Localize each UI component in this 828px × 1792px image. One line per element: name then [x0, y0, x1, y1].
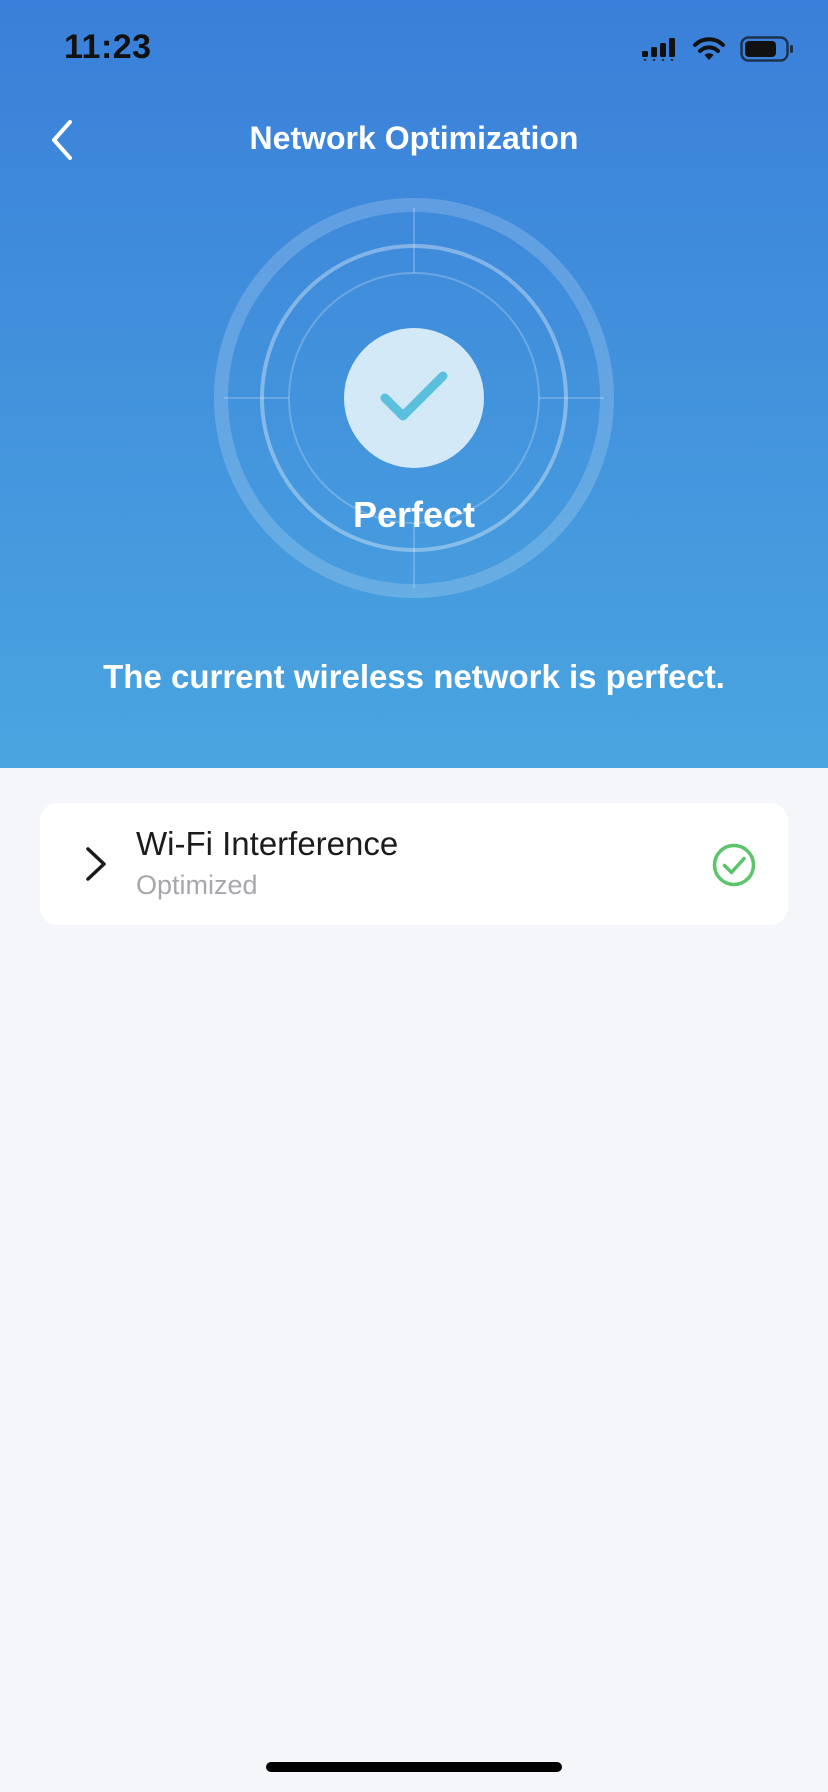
home-indicator	[266, 1762, 562, 1772]
battery-icon	[740, 36, 793, 62]
status-check-badge	[344, 328, 484, 468]
page-title: Network Optimization	[249, 120, 579, 156]
wifi-icon	[693, 37, 725, 60]
nav-bar: Network Optimization	[0, 100, 828, 180]
chevron-right-icon	[86, 847, 106, 881]
item-status: Optimized	[136, 870, 258, 900]
network-status-label: Perfect	[352, 494, 476, 535]
check-circle-icon	[712, 843, 756, 887]
item-title: Wi-Fi Interference	[136, 825, 399, 862]
status-bar: 11:23	[0, 0, 828, 100]
checkmark-icon	[380, 371, 448, 421]
status-time: 11:23	[64, 28, 152, 66]
status-icons	[642, 34, 794, 64]
wifi-interference-item[interactable]: Wi-Fi Interference Optimized	[40, 803, 788, 925]
network-summary: The current wireless network is perfect.	[103, 658, 725, 695]
signal-icon	[642, 38, 675, 61]
